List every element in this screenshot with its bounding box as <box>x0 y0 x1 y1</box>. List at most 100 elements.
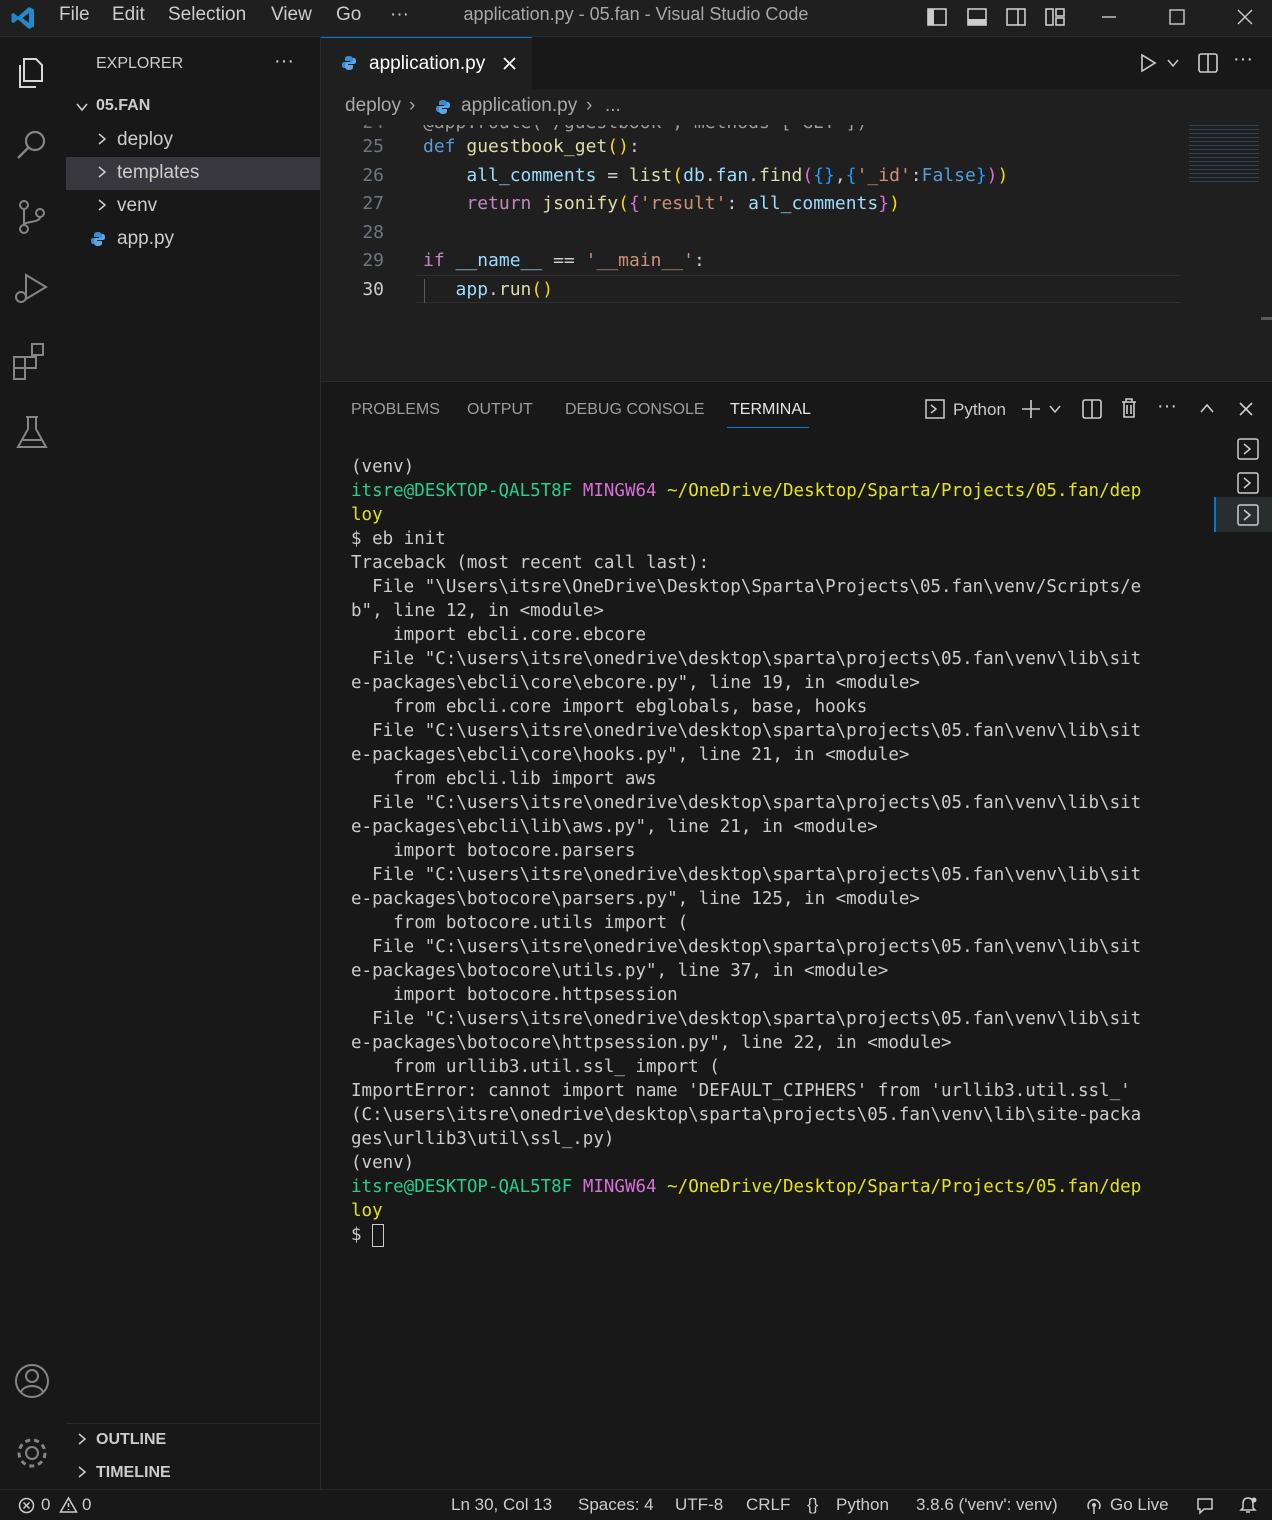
tree-item-venv[interactable]: venv <box>66 190 320 223</box>
terminal-icon[interactable] <box>1237 472 1259 494</box>
minimap-slider[interactable] <box>1261 317 1272 320</box>
breadcrumb-folder[interactable]: deploy <box>345 95 401 117</box>
tab-problems[interactable]: PROBLEMS <box>351 401 440 419</box>
customize-layout-icon[interactable] <box>1044 6 1066 28</box>
indentation[interactable]: Spaces: 4 <box>578 1495 654 1515</box>
prompt-path: ~/OneDrive/Desktop/Sparta/Projects/05.fa… <box>667 1177 1142 1197</box>
prompt-user: itsre@DESKTOP-QAL5T8F <box>351 481 573 501</box>
explorer-header: EXPLORER <box>96 55 184 72</box>
go-live-button[interactable]: Go Live <box>1110 1495 1169 1515</box>
tree-item-label: templates <box>117 162 200 183</box>
menu-file[interactable]: File <box>59 4 90 26</box>
trash-icon[interactable] <box>1118 397 1140 419</box>
menu-go[interactable]: Go <box>336 4 361 26</box>
line-number: 27 <box>362 193 384 214</box>
breadcrumb-symbol[interactable]: ... <box>605 95 621 117</box>
terminal-input-line: $ <box>351 1223 1211 1247</box>
tree-item-templates[interactable]: templates <box>66 157 320 190</box>
title-bar: File Edit Selection View Go ··· applicat… <box>0 0 1272 37</box>
encoding[interactable]: UTF-8 <box>675 1495 723 1515</box>
run-file-icon[interactable] <box>1138 53 1158 73</box>
close-window-icon[interactable] <box>1234 6 1256 28</box>
source-control-icon[interactable] <box>10 195 54 239</box>
close-panel-icon[interactable] <box>1237 400 1255 418</box>
more-actions-icon[interactable]: ··· <box>1233 48 1253 71</box>
toggle-panel-icon[interactable] <box>966 6 988 28</box>
search-icon[interactable] <box>10 123 54 167</box>
explorer-more-button[interactable]: ··· <box>274 50 294 73</box>
workspace-root[interactable]: 05.FAN <box>66 90 320 123</box>
terminal-icon[interactable] <box>1237 438 1259 460</box>
minimap[interactable] <box>1181 125 1272 380</box>
terminal-tab-selected[interactable] <box>1214 497 1272 532</box>
tab-debug-console[interactable]: DEBUG CONSOLE <box>565 401 705 419</box>
feedback-icon[interactable] <box>1195 1496 1215 1515</box>
line-number: 30 <box>362 279 384 300</box>
chevron-down-icon[interactable] <box>1166 57 1180 69</box>
extensions-icon[interactable] <box>10 339 54 383</box>
braces-icon: {} <box>807 1495 819 1514</box>
notifications-bell-icon[interactable] <box>1238 1496 1258 1515</box>
workspace-root-label: 05.FAN <box>96 97 151 114</box>
menu-selection[interactable]: Selection <box>168 4 246 26</box>
menu-view[interactable]: View <box>271 4 312 26</box>
chevron-down-icon <box>76 103 88 112</box>
outline-section[interactable]: OUTLINE <box>66 1424 320 1457</box>
line-number: 24 <box>321 125 384 133</box>
chevron-down-icon[interactable] <box>1048 403 1062 415</box>
terminal-line: File "C:\users\itsre\onedrive\desktop\sp… <box>351 1009 1142 1029</box>
tab-application-py[interactable]: application.py <box>321 37 532 89</box>
python-interpreter[interactable]: 3.8.6 ('venv': venv) <box>916 1495 1058 1515</box>
maximize-icon[interactable] <box>1166 6 1188 28</box>
terminal-line: File "C:\users\itsre\onedrive\desktop\sp… <box>351 721 1142 741</box>
terminal-line: ges\urllib3\util\ssl_.py) <box>351 1129 615 1149</box>
terminal-line: from urllib3.util.ssl_ import ( <box>351 1057 720 1077</box>
warning-icon[interactable] <box>59 1496 78 1514</box>
error-icon[interactable] <box>18 1497 35 1514</box>
close-tab-icon[interactable] <box>502 56 517 71</box>
status-bar: 0 0 Ln 30, Col 13 Spaces: 4 UTF-8 CRLF {… <box>0 1489 1272 1520</box>
chevron-right-icon: › <box>409 95 416 116</box>
split-editor-icon[interactable] <box>1197 52 1219 74</box>
broadcast-icon <box>1087 1499 1101 1514</box>
accounts-icon[interactable] <box>10 1359 54 1403</box>
terminal-output[interactable]: (venv) itsre@DESKTOP-QAL5T8F MINGW64 ~/On… <box>351 455 1211 1247</box>
tab-terminal[interactable]: TERMINAL <box>730 401 811 419</box>
menu-edit[interactable]: Edit <box>112 4 145 26</box>
tree-item-deploy[interactable]: deploy <box>66 124 320 157</box>
more-actions-icon[interactable]: ··· <box>1157 395 1177 418</box>
tab-output[interactable]: OUTPUT <box>467 401 533 419</box>
breadcrumb-file[interactable]: application.py <box>461 95 577 117</box>
minimize-icon[interactable] <box>1098 6 1120 28</box>
warning-count[interactable]: 0 <box>82 1495 91 1515</box>
terminal-cursor[interactable] <box>372 1223 385 1247</box>
explorer-icon[interactable] <box>10 51 54 95</box>
toggle-primary-sidebar-icon[interactable] <box>926 6 948 28</box>
testing-icon[interactable] <box>10 411 54 455</box>
maximize-panel-icon[interactable] <box>1198 400 1216 418</box>
outline-label: OUTLINE <box>96 1431 167 1448</box>
terminal-line: File "C:\users\itsre\onedrive\desktop\sp… <box>351 865 1142 885</box>
terminal-line: ImportError: cannot import name 'DEFAULT… <box>351 1081 1131 1101</box>
code-editor[interactable]: 24 @app.route('/guestbook', methods=['GE… <box>321 125 1191 380</box>
new-terminal-icon[interactable] <box>1020 398 1042 420</box>
line-number: 26 <box>362 165 384 186</box>
run-debug-icon[interactable] <box>10 267 54 311</box>
code-line-24: @app.route('/guestbook', methods=['GET']… <box>423 125 867 133</box>
tree-item-app-py[interactable]: app.py <box>66 223 320 256</box>
language-mode[interactable]: Python <box>836 1495 889 1515</box>
terminal-line: import ebcli.core.ebcore <box>351 625 647 645</box>
toggle-secondary-sidebar-icon[interactable] <box>1005 6 1027 28</box>
explorer-sidebar: EXPLORER ··· 05.FAN deploy templates ven… <box>66 37 321 1489</box>
terminal-line: b", line 12, in <module> <box>351 601 604 621</box>
end-of-line[interactable]: CRLF <box>746 1495 790 1515</box>
menu-more[interactable]: ··· <box>390 4 409 26</box>
timeline-label: TIMELINE <box>96 1464 171 1481</box>
terminal-prompt-path-wrap: loy <box>351 505 383 525</box>
split-terminal-icon[interactable] <box>1081 398 1103 420</box>
cursor-position[interactable]: Ln 30, Col 13 <box>451 1495 552 1515</box>
error-count[interactable]: 0 <box>41 1495 50 1515</box>
timeline-section[interactable]: TIMELINE <box>66 1457 320 1490</box>
terminal-profile-label[interactable]: Python <box>953 400 1006 420</box>
settings-gear-icon[interactable] <box>10 1431 54 1475</box>
